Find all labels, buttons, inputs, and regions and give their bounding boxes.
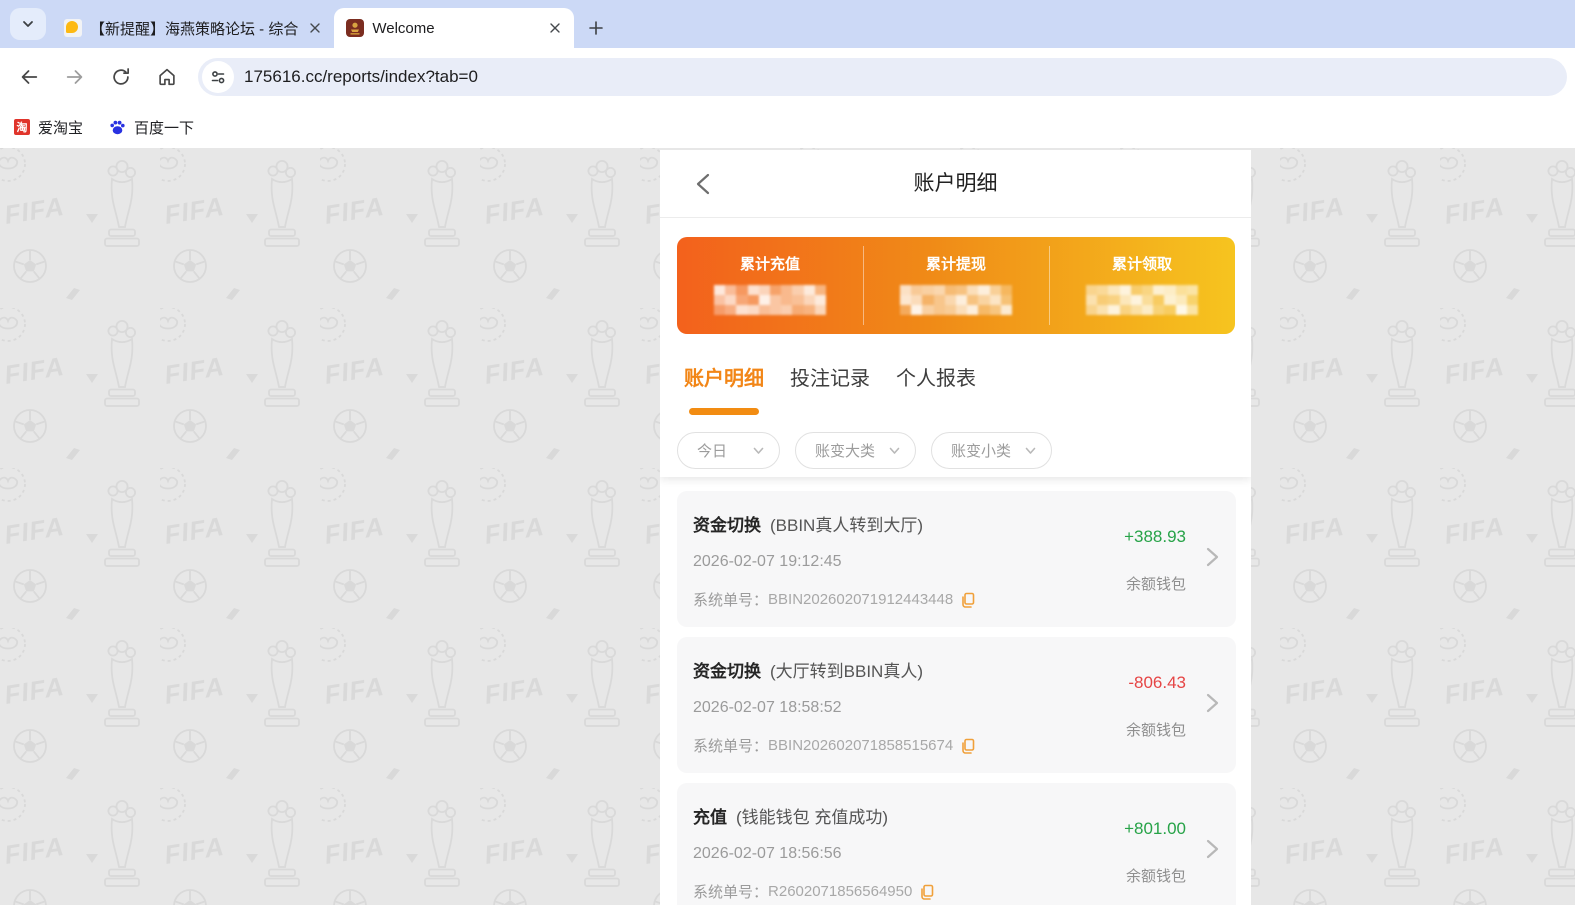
bookmark-taobao[interactable]: 淘 爱淘宝 xyxy=(14,117,83,138)
transaction-amount: +801.00 xyxy=(1124,819,1186,838)
filter-major-type-dropdown[interactable]: 账变大类 xyxy=(795,432,916,469)
order-number: BBIN202602071912443448 xyxy=(768,591,954,608)
stat-label: 累计充值 xyxy=(739,256,800,273)
page-title: 账户明细 xyxy=(913,172,998,195)
home-icon xyxy=(159,68,175,86)
copy-icon[interactable] xyxy=(919,884,934,900)
plus-icon xyxy=(589,21,604,35)
address-bar[interactable]: 175616.cc/reports/index?tab=0 xyxy=(198,58,1567,96)
baidu-paw-icon xyxy=(110,120,125,134)
transaction-title: 资金切换 (大厅转到BBIN真人) xyxy=(693,662,923,681)
reload-icon xyxy=(113,68,130,85)
order-label: 系统单号： xyxy=(693,738,769,755)
chevron-right-icon[interactable] xyxy=(1204,545,1220,569)
taobao-icon: 淘 xyxy=(14,119,30,135)
tab-personal-report[interactable]: 个人报表 xyxy=(896,362,976,399)
back-chevron-button[interactable] xyxy=(693,172,715,201)
tab-search-button[interactable] xyxy=(10,8,46,40)
page-header: 账户明细 xyxy=(660,150,1251,218)
filter-date-dropdown[interactable]: 今日 xyxy=(677,432,780,469)
tab-title: Welcome xyxy=(372,19,435,37)
masked-value xyxy=(1086,285,1198,315)
filter-row: 今日 账变大类 账变小类 xyxy=(677,432,1052,469)
copy-icon[interactable] xyxy=(960,738,975,754)
browser-tab-forum[interactable]: 【新提醒】海燕策略论坛 - 综合 xyxy=(52,8,334,48)
wallet-label: 余额钱包 xyxy=(1125,868,1186,885)
transaction-amount: -806.43 xyxy=(1128,673,1186,692)
transaction-order: 系统单号： BBIN202602071912443448 xyxy=(693,589,975,610)
transaction-row[interactable]: 资金切换 (大厅转到BBIN真人) 2026-02-07 18:58:52 系统单… xyxy=(677,637,1236,773)
browser-tab-strip: 【新提醒】海燕策略论坛 - 综合 Welcome xyxy=(0,0,1575,48)
transaction-time: 2026-02-07 18:56:56 xyxy=(693,845,842,862)
forward-button[interactable] xyxy=(58,60,92,94)
casino-favicon xyxy=(346,19,365,37)
transaction-row[interactable]: 充值 (钱能钱包 充值成功) 2026-02-07 18:56:56 系统单号： … xyxy=(677,783,1236,905)
chevron-down-icon xyxy=(753,447,764,454)
order-label: 系统单号： xyxy=(693,592,769,609)
transaction-order: 系统单号： R2602071856564950 xyxy=(693,881,934,902)
browser-toolbar: 175616.cc/reports/index?tab=0 xyxy=(0,48,1575,106)
chevron-right-icon[interactable] xyxy=(1204,691,1220,715)
filter-label: 账变大类 xyxy=(815,443,876,460)
transaction-title: 充值 (钱能钱包 充值成功) xyxy=(693,808,889,827)
filter-label: 账变小类 xyxy=(951,443,1012,460)
tab-title: 【新提醒】海燕策略论坛 - 综合 xyxy=(90,20,299,38)
account-detail-panel: 账户明细 累计充值 累计提现 累计领取 账户明细 投注记录 个人报表 今日 账变… xyxy=(660,150,1251,905)
tab-account-detail[interactable]: 账户明细 xyxy=(684,362,764,399)
transaction-subtitle: (BBIN真人转到大厅) xyxy=(770,516,923,535)
new-tab-button[interactable] xyxy=(582,14,610,42)
top-panel: 账户明细 累计充值 累计提现 累计领取 账户明细 投注记录 个人报表 今日 账变… xyxy=(660,150,1251,477)
home-button[interactable] xyxy=(150,60,184,94)
transaction-row[interactable]: 资金切换 (BBIN真人转到大厅) 2026-02-07 19:12:45 系统单… xyxy=(677,491,1236,627)
close-tab-icon[interactable] xyxy=(546,19,564,37)
report-tabs: 账户明细 投注记录 个人报表 xyxy=(684,362,1251,399)
site-settings-button[interactable] xyxy=(202,61,234,93)
filter-label: 今日 xyxy=(697,443,728,460)
transaction-title: 资金切换 (BBIN真人转到大厅) xyxy=(693,516,923,535)
stat-label: 累计领取 xyxy=(1111,256,1172,273)
transaction-order: 系统单号： BBIN202602071858515674 xyxy=(693,735,975,756)
transaction-subtitle: (钱能钱包 充值成功) xyxy=(736,808,889,827)
forum-favicon xyxy=(64,19,82,37)
chevron-down-icon xyxy=(889,447,900,454)
web-page: FIFA 账户明细 xyxy=(0,148,1575,905)
wallet-label: 余额钱包 xyxy=(1125,576,1186,593)
stat-total-withdraw: 累计提现 xyxy=(863,237,1049,334)
tab-bet-records[interactable]: 投注记录 xyxy=(790,362,870,399)
chevron-down-icon xyxy=(23,21,33,27)
transaction-time: 2026-02-07 19:12:45 xyxy=(693,553,842,570)
forward-arrow-icon xyxy=(66,70,83,84)
close-tab-icon[interactable] xyxy=(306,19,324,37)
transaction-subtitle: (大厅转到BBIN真人) xyxy=(770,662,923,681)
browser-tab-welcome[interactable]: Welcome xyxy=(334,8,575,48)
url-text[interactable]: 175616.cc/reports/index?tab=0 xyxy=(244,67,478,87)
order-number: BBIN202602071858515674 xyxy=(768,737,954,754)
transaction-time: 2026-02-07 18:58:52 xyxy=(693,699,842,716)
stat-label: 累计提现 xyxy=(925,256,986,273)
masked-value xyxy=(714,285,826,315)
stat-total-deposit: 累计充值 xyxy=(677,237,863,334)
totals-card: 累计充值 累计提现 累计领取 xyxy=(677,237,1235,334)
order-number: R2602071856564950 xyxy=(768,883,913,900)
bookmark-label: 百度一下 xyxy=(134,119,195,137)
tune-icon xyxy=(211,71,225,84)
chevron-right-icon[interactable] xyxy=(1204,837,1220,861)
back-button[interactable] xyxy=(12,60,46,94)
chevron-down-icon xyxy=(1025,447,1036,454)
bookmarks-bar: 淘 爱淘宝 百度一下 xyxy=(0,106,1575,148)
transaction-amount: +388.93 xyxy=(1124,527,1186,546)
reload-button[interactable] xyxy=(104,60,138,94)
copy-icon[interactable] xyxy=(960,592,975,608)
chevron-left-icon xyxy=(696,173,710,195)
filter-minor-type-dropdown[interactable]: 账变小类 xyxy=(931,432,1052,469)
transaction-list: 资金切换 (BBIN真人转到大厅) 2026-02-07 19:12:45 系统单… xyxy=(677,491,1236,905)
back-arrow-icon xyxy=(21,70,38,84)
wallet-label: 余额钱包 xyxy=(1125,722,1186,739)
bookmark-baidu[interactable]: 百度一下 xyxy=(109,117,194,138)
stat-total-claimed: 累计领取 xyxy=(1049,237,1235,334)
bookmark-label: 爱淘宝 xyxy=(38,119,84,137)
masked-value xyxy=(900,285,1012,315)
order-label: 系统单号： xyxy=(693,884,769,901)
